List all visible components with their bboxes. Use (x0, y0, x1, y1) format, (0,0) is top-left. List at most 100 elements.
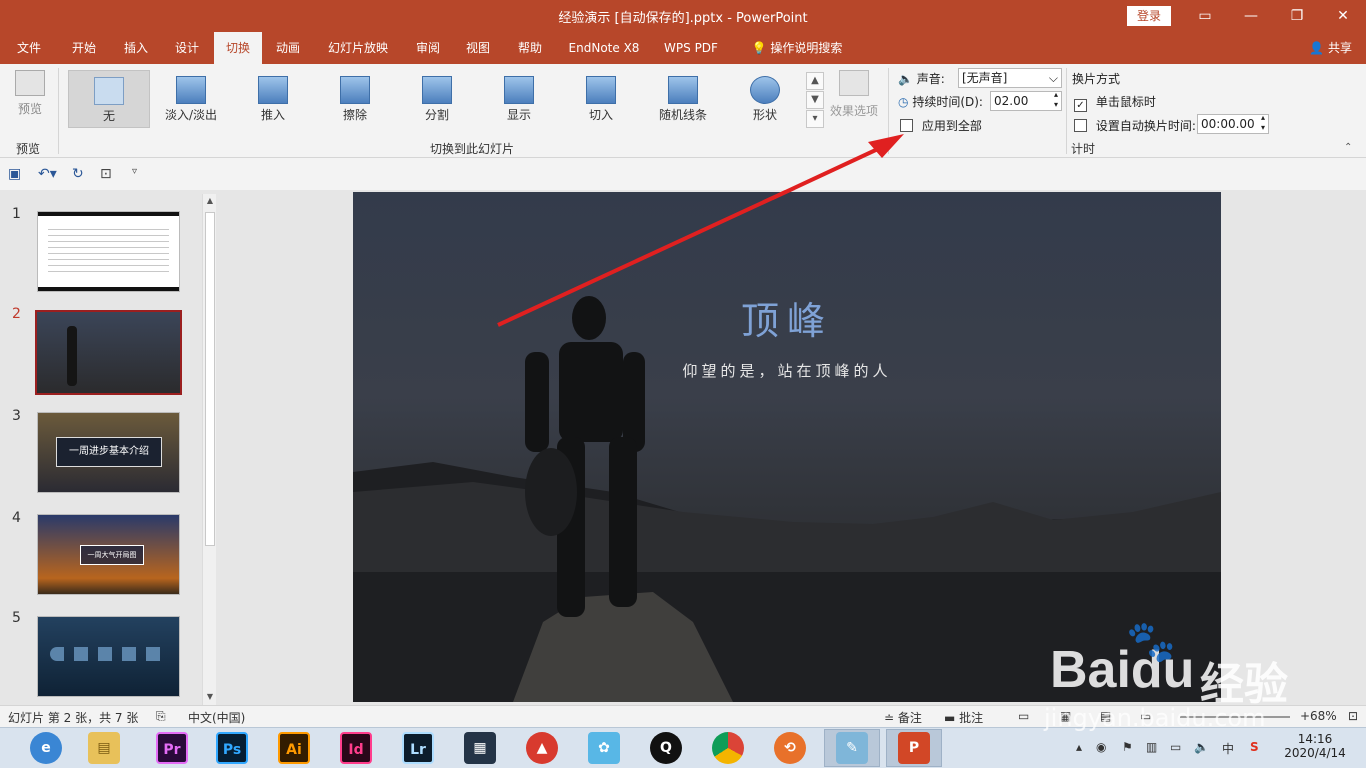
chat-app-icon[interactable]: ✿ (588, 732, 620, 764)
redo-icon[interactable]: ↻ (72, 166, 84, 182)
premiere-icon[interactable]: Pr (156, 732, 188, 764)
tab-help[interactable]: 帮助 (508, 32, 552, 64)
transition-shape[interactable]: 形状 (724, 70, 806, 128)
share-button[interactable]: 👤 共享 (1309, 32, 1352, 64)
transition-label: 随机线条 (658, 108, 707, 122)
tab-slideshow[interactable]: 幻灯片放映 (320, 32, 396, 64)
tell-me-search[interactable]: 💡 操作说明搜索 (742, 32, 852, 64)
preview-label: 预览 (17, 102, 42, 116)
qq-icon[interactable]: Q (650, 732, 682, 764)
close-icon[interactable]: ✕ (1320, 0, 1366, 32)
tab-home[interactable]: 开始 (62, 32, 106, 64)
apply-to-all-button[interactable]: 应用到全部 (900, 117, 982, 134)
transition-reveal[interactable]: 显示 (478, 70, 560, 128)
volume-icon[interactable]: 🔈 (1194, 740, 1209, 754)
transition-push[interactable]: 推入 (232, 70, 314, 128)
download-app-icon[interactable]: ⟲ (774, 732, 806, 764)
spinner-icon[interactable]: ▴ ▾ (1054, 90, 1058, 110)
collapse-ribbon-icon[interactable]: ⌃ (1344, 142, 1352, 153)
file-explorer-icon[interactable]: ▤ (88, 732, 120, 764)
slide-thumbnail-4[interactable]: 一周大气开局图 (37, 514, 180, 595)
slide-thumbnail-2[interactable] (35, 310, 182, 395)
network-icon[interactable]: ▥ (1146, 740, 1157, 754)
undo-icon[interactable]: ↶▾ (38, 166, 57, 182)
browser-icon[interactable]: e (30, 732, 62, 764)
watermark-jingyan: 经验 (1200, 659, 1288, 710)
gallery-up-icon[interactable]: ▲ (806, 72, 824, 90)
battery-icon[interactable]: ▭ (1170, 740, 1181, 754)
notes-button[interactable]: ≐ 备注 (884, 709, 922, 726)
slide-number: 5 (12, 610, 21, 626)
thumb-title: 一周大气开局图 (80, 545, 144, 565)
tell-me-label: 操作说明搜索 (770, 41, 843, 55)
preview-button[interactable]: 预览 (10, 70, 50, 126)
slide-thumbnail-5[interactable] (37, 616, 180, 697)
tab-animations[interactable]: 动画 (266, 32, 310, 64)
sound-select[interactable]: [无声音] ⌵ (958, 68, 1062, 88)
gallery-down-icon[interactable]: ▼ (806, 91, 824, 109)
tab-wps-pdf[interactable]: WPS PDF (656, 32, 726, 64)
scroll-down-icon[interactable]: ▼ (203, 690, 217, 704)
tab-file[interactable]: 文件 (8, 32, 50, 64)
taskbar-clock[interactable]: 14:16 2020/4/14 (1282, 732, 1348, 760)
slide-thumbnail-3[interactable]: 一周进步基本介绍 (37, 412, 180, 493)
normal-view-icon[interactable]: ▭ (1018, 709, 1029, 723)
fit-to-window-icon[interactable]: ⊡ (1348, 709, 1358, 723)
ribbon-display-icon[interactable]: ▭ (1182, 0, 1228, 32)
scroll-thumb[interactable] (205, 212, 215, 546)
auto-advance-checkbox[interactable]: 设置自动换片时间: (1074, 117, 1196, 134)
indesign-icon[interactable]: Id (340, 732, 372, 764)
save-icon[interactable]: ▣ (8, 166, 21, 182)
qq-tray-icon[interactable]: ◉ (1096, 740, 1106, 754)
transition-fade[interactable]: 淡入/淡出 (150, 70, 232, 128)
tab-view[interactable]: 视图 (456, 32, 500, 64)
preview-group-label: 预览 (15, 142, 40, 156)
lightroom-icon[interactable]: Lr (402, 732, 434, 764)
comments-button[interactable]: ▬ 批注 (944, 709, 983, 726)
transition-wipe[interactable]: 擦除 (314, 70, 396, 128)
ime-indicator[interactable]: 中 (1222, 740, 1234, 757)
scroll-up-icon[interactable]: ▲ (203, 194, 217, 208)
speaker-icon: 🔈 (898, 72, 913, 86)
transition-cut[interactable]: 切入 (560, 70, 642, 128)
transition-none[interactable]: 无 (68, 70, 150, 128)
zoom-in-icon[interactable]: + (1300, 709, 1310, 723)
slide-thumbnail-1[interactable] (37, 211, 180, 292)
duration-input[interactable]: 02.00 ▴ ▾ (990, 90, 1062, 111)
chrome-icon[interactable] (712, 732, 744, 764)
push-icon (258, 76, 288, 104)
video-editor-icon[interactable]: ▦ (464, 732, 496, 764)
sogou-icon[interactable]: S (1250, 740, 1259, 754)
illustrator-icon[interactable]: Ai (278, 732, 310, 764)
zoom-level[interactable]: 68% (1310, 709, 1337, 723)
chevron-down-icon: ⌵ (1048, 71, 1058, 85)
language-indicator[interactable]: 中文(中国) (188, 709, 245, 726)
thumbnail-scrollbar[interactable]: ▲ ▼ (202, 194, 216, 706)
transition-split[interactable]: 分割 (396, 70, 478, 128)
auto-advance-time-input[interactable]: 00:00.00 ▴ ▾ (1197, 113, 1269, 134)
flag-icon[interactable]: ⚑ (1122, 740, 1133, 754)
start-slideshow-icon[interactable]: ⊡ (100, 166, 112, 182)
reveal-icon (504, 76, 534, 104)
slide-editor: 顶峰 仰望的是，站在顶峰的人 ▲ ▼ ⇞ ⇟ (222, 190, 1350, 705)
maximize-icon[interactable]: ❐ (1274, 0, 1320, 32)
customize-qat-icon[interactable]: ▿ (132, 166, 137, 177)
transition-random-bars[interactable]: 随机线条 (642, 70, 724, 128)
spellcheck-icon[interactable]: ⎘ (156, 709, 166, 724)
photoshop-icon[interactable]: Ps (216, 732, 248, 764)
tab-review[interactable]: 审阅 (406, 32, 450, 64)
tab-endnote[interactable]: EndNote X8 (562, 32, 646, 64)
tab-transitions[interactable]: 切换 (214, 32, 262, 64)
tab-design[interactable]: 设计 (165, 32, 209, 64)
wps-icon[interactable]: ▲ (526, 732, 558, 764)
on-mouse-click-checkbox[interactable]: ✓ 单击鼠标时 (1074, 93, 1156, 112)
clock-time: 14:16 (1297, 732, 1333, 746)
wipe-icon (340, 76, 370, 104)
minimize-icon[interactable]: — (1228, 0, 1274, 32)
login-button[interactable]: 登录 (1127, 6, 1171, 26)
effect-options-button[interactable]: 效果选项 (828, 70, 880, 130)
tab-insert[interactable]: 插入 (114, 32, 158, 64)
gallery-more-icon[interactable]: ▾ (806, 110, 824, 128)
show-hidden-icons[interactable]: ▴ (1076, 740, 1082, 754)
spinner-icon[interactable]: ▴ ▾ (1261, 113, 1265, 133)
